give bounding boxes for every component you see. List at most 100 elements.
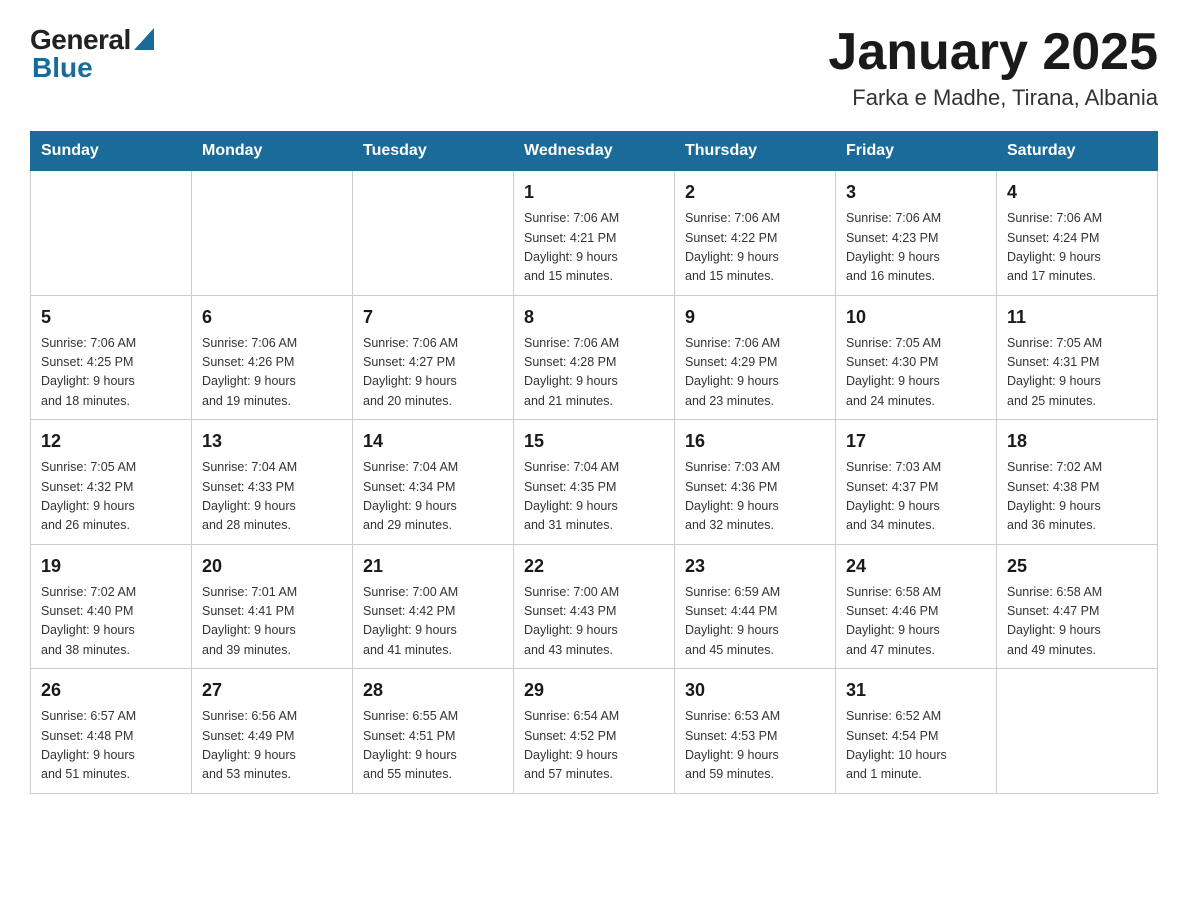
day-number: 25	[1007, 553, 1147, 580]
day-info: Sunrise: 6:57 AM Sunset: 4:48 PM Dayligh…	[41, 707, 181, 785]
calendar-day-cell: 13 Sunrise: 7:04 AM Sunset: 4:33 PM Dayli…	[192, 420, 353, 545]
calendar-day-cell: 27 Sunrise: 6:56 AM Sunset: 4:49 PM Dayli…	[192, 669, 353, 794]
logo-arrow-icon	[134, 28, 154, 50]
day-info: Sunrise: 7:04 AM Sunset: 4:34 PM Dayligh…	[363, 458, 503, 536]
calendar-day-cell: 3 Sunrise: 7:06 AM Sunset: 4:23 PM Daylig…	[836, 171, 997, 296]
day-info: Sunrise: 6:55 AM Sunset: 4:51 PM Dayligh…	[363, 707, 503, 785]
day-number: 13	[202, 428, 342, 455]
calendar-week-row: 5 Sunrise: 7:06 AM Sunset: 4:25 PM Daylig…	[31, 295, 1158, 420]
day-number: 31	[846, 677, 986, 704]
day-info: Sunrise: 7:06 AM Sunset: 4:24 PM Dayligh…	[1007, 209, 1147, 287]
calendar-day-cell: 5 Sunrise: 7:06 AM Sunset: 4:25 PM Daylig…	[31, 295, 192, 420]
calendar-day-cell: 15Sunrise: 7:04 AM Sunset: 4:35 PM Dayli…	[514, 420, 675, 545]
day-info: Sunrise: 7:00 AM Sunset: 4:42 PM Dayligh…	[363, 583, 503, 661]
day-number: 28	[363, 677, 503, 704]
day-info: Sunrise: 7:02 AM Sunset: 4:38 PM Dayligh…	[1007, 458, 1147, 536]
day-info: Sunrise: 6:54 AM Sunset: 4:52 PM Dayligh…	[524, 707, 664, 785]
day-info: Sunrise: 7:06 AM Sunset: 4:21 PM Dayligh…	[524, 209, 664, 287]
calendar-day-cell: 16 Sunrise: 7:03 AM Sunset: 4:36 PM Dayli…	[675, 420, 836, 545]
calendar-day-header: Tuesday	[353, 132, 514, 171]
day-number: 23	[685, 553, 825, 580]
day-info: Sunrise: 6:58 AM Sunset: 4:46 PM Dayligh…	[846, 583, 986, 661]
calendar-day-cell: 7 Sunrise: 7:06 AM Sunset: 4:27 PM Daylig…	[353, 295, 514, 420]
calendar-day-header: Saturday	[997, 132, 1158, 171]
day-info: Sunrise: 7:05 AM Sunset: 4:31 PM Dayligh…	[1007, 334, 1147, 412]
calendar-week-row: 19 Sunrise: 7:02 AM Sunset: 4:40 PM Dayli…	[31, 544, 1158, 669]
day-number: 29	[524, 677, 664, 704]
day-number: 24	[846, 553, 986, 580]
calendar-day-cell	[997, 669, 1158, 794]
day-info: Sunrise: 7:04 AM Sunset: 4:33 PM Dayligh…	[202, 458, 342, 536]
calendar-day-cell: 21 Sunrise: 7:00 AM Sunset: 4:42 PM Dayli…	[353, 544, 514, 669]
day-info: Sunrise: 7:02 AM Sunset: 4:40 PM Dayligh…	[41, 583, 181, 661]
calendar-day-cell: 14 Sunrise: 7:04 AM Sunset: 4:34 PM Dayli…	[353, 420, 514, 545]
day-number: 2	[685, 179, 825, 206]
day-number: 15	[524, 428, 664, 455]
logo: General Blue	[30, 24, 154, 84]
calendar-day-cell	[353, 171, 514, 296]
day-info: Sunrise: 7:03 AM Sunset: 4:37 PM Dayligh…	[846, 458, 986, 536]
calendar-day-cell: 26 Sunrise: 6:57 AM Sunset: 4:48 PM Dayli…	[31, 669, 192, 794]
calendar-day-cell: 24 Sunrise: 6:58 AM Sunset: 4:46 PM Dayli…	[836, 544, 997, 669]
calendar-day-cell: 22 Sunrise: 7:00 AM Sunset: 4:43 PM Dayli…	[514, 544, 675, 669]
calendar-day-cell: 19 Sunrise: 7:02 AM Sunset: 4:40 PM Dayli…	[31, 544, 192, 669]
calendar-day-header: Wednesday	[514, 132, 675, 171]
calendar-day-cell	[192, 171, 353, 296]
day-number: 6	[202, 304, 342, 331]
day-info: Sunrise: 7:05 AM Sunset: 4:30 PM Dayligh…	[846, 334, 986, 412]
day-info: Sunrise: 6:58 AM Sunset: 4:47 PM Dayligh…	[1007, 583, 1147, 661]
day-number: 8	[524, 304, 664, 331]
day-number: 26	[41, 677, 181, 704]
day-number: 4	[1007, 179, 1147, 206]
calendar-day-cell: 29 Sunrise: 6:54 AM Sunset: 4:52 PM Dayli…	[514, 669, 675, 794]
day-number: 16	[685, 428, 825, 455]
day-info: Sunrise: 6:56 AM Sunset: 4:49 PM Dayligh…	[202, 707, 342, 785]
calendar-day-cell: 12Sunrise: 7:05 AM Sunset: 4:32 PM Dayli…	[31, 420, 192, 545]
day-info: Sunrise: 6:53 AM Sunset: 4:53 PM Dayligh…	[685, 707, 825, 785]
day-info: Sunrise: 7:06 AM Sunset: 4:22 PM Dayligh…	[685, 209, 825, 287]
day-info: Sunrise: 7:06 AM Sunset: 4:23 PM Dayligh…	[846, 209, 986, 287]
calendar-day-cell: 6 Sunrise: 7:06 AM Sunset: 4:26 PM Daylig…	[192, 295, 353, 420]
calendar-day-cell: 2 Sunrise: 7:06 AM Sunset: 4:22 PM Daylig…	[675, 171, 836, 296]
day-number: 27	[202, 677, 342, 704]
title-area: January 2025 Farka e Madhe, Tirana, Alba…	[828, 24, 1158, 111]
day-info: Sunrise: 7:06 AM Sunset: 4:27 PM Dayligh…	[363, 334, 503, 412]
day-info: Sunrise: 7:06 AM Sunset: 4:28 PM Dayligh…	[524, 334, 664, 412]
day-number: 18	[1007, 428, 1147, 455]
page-title: January 2025	[828, 24, 1158, 81]
day-number: 22	[524, 553, 664, 580]
day-info: Sunrise: 7:03 AM Sunset: 4:36 PM Dayligh…	[685, 458, 825, 536]
calendar-table: SundayMondayTuesdayWednesdayThursdayFrid…	[30, 131, 1158, 794]
day-number: 9	[685, 304, 825, 331]
day-number: 21	[363, 553, 503, 580]
day-info: Sunrise: 7:01 AM Sunset: 4:41 PM Dayligh…	[202, 583, 342, 661]
calendar-day-cell: 10 Sunrise: 7:05 AM Sunset: 4:30 PM Dayli…	[836, 295, 997, 420]
calendar-day-cell: 31Sunrise: 6:52 AM Sunset: 4:54 PM Dayli…	[836, 669, 997, 794]
day-number: 5	[41, 304, 181, 331]
calendar-day-header: Thursday	[675, 132, 836, 171]
calendar-week-row: 1 Sunrise: 7:06 AM Sunset: 4:21 PM Daylig…	[31, 171, 1158, 296]
calendar-day-cell: 25 Sunrise: 6:58 AM Sunset: 4:47 PM Dayli…	[997, 544, 1158, 669]
day-number: 7	[363, 304, 503, 331]
calendar-day-cell: 9 Sunrise: 7:06 AM Sunset: 4:29 PM Daylig…	[675, 295, 836, 420]
calendar-header-row: SundayMondayTuesdayWednesdayThursdayFrid…	[31, 132, 1158, 171]
day-number: 14	[363, 428, 503, 455]
day-number: 19	[41, 553, 181, 580]
calendar-day-cell: 18 Sunrise: 7:02 AM Sunset: 4:38 PM Dayli…	[997, 420, 1158, 545]
day-info: Sunrise: 7:06 AM Sunset: 4:26 PM Dayligh…	[202, 334, 342, 412]
page-subtitle: Farka e Madhe, Tirana, Albania	[828, 85, 1158, 111]
calendar-day-header: Friday	[836, 132, 997, 171]
calendar-day-header: Monday	[192, 132, 353, 171]
day-info: Sunrise: 7:06 AM Sunset: 4:29 PM Dayligh…	[685, 334, 825, 412]
day-info: Sunrise: 7:06 AM Sunset: 4:25 PM Dayligh…	[41, 334, 181, 412]
day-info: Sunrise: 7:05 AM Sunset: 4:32 PM Dayligh…	[41, 458, 181, 536]
day-number: 20	[202, 553, 342, 580]
day-number: 1	[524, 179, 664, 206]
calendar-day-cell	[31, 171, 192, 296]
calendar-day-cell: 1 Sunrise: 7:06 AM Sunset: 4:21 PM Daylig…	[514, 171, 675, 296]
day-number: 3	[846, 179, 986, 206]
day-info: Sunrise: 7:00 AM Sunset: 4:43 PM Dayligh…	[524, 583, 664, 661]
calendar-day-cell: 23Sunrise: 6:59 AM Sunset: 4:44 PM Dayli…	[675, 544, 836, 669]
calendar-day-cell: 8 Sunrise: 7:06 AM Sunset: 4:28 PM Daylig…	[514, 295, 675, 420]
day-number: 10	[846, 304, 986, 331]
